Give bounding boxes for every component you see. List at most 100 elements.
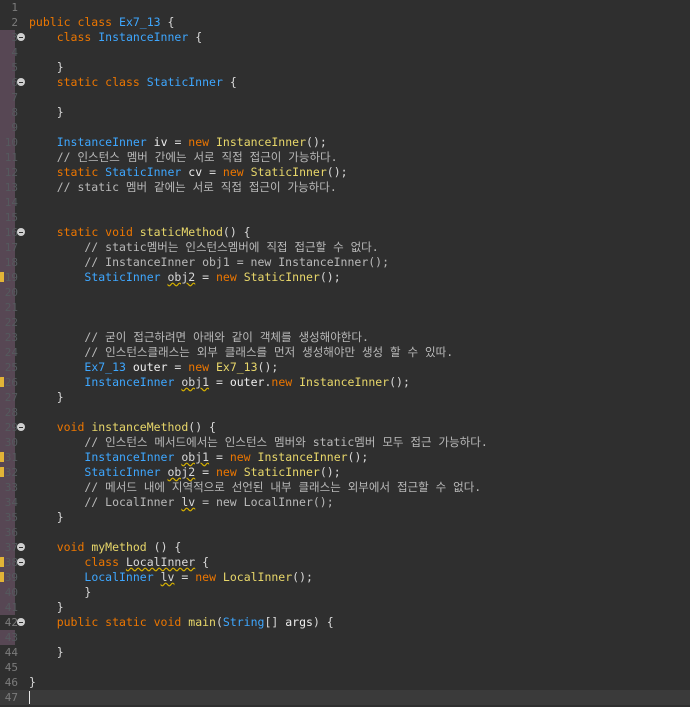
line-number: 27	[4, 391, 18, 404]
code-line[interactable]: 18 // InstanceInner obj1 = new InstanceI…	[0, 255, 690, 270]
code-line[interactable]: 43	[0, 630, 690, 645]
code-line[interactable]: 27 }	[0, 390, 690, 405]
code-line[interactable]: 12 static StaticInner cv = new StaticInn…	[0, 165, 690, 180]
line-number: 11	[4, 151, 18, 164]
code-line[interactable]: 25 Ex7_13 outer = new Ex7_13();	[0, 360, 690, 375]
code-line[interactable]: 41 }	[0, 600, 690, 615]
code-text: void myMethod () {	[29, 540, 182, 555]
code-token: // 인스턴스 메서드에서는 인스턴스 멤버와 static멤버 모두 접근 가…	[29, 435, 488, 449]
code-token: }	[29, 60, 64, 74]
code-line[interactable]: 35 }	[0, 510, 690, 525]
line-number: 29	[4, 421, 18, 434]
code-token: instanceMethod	[91, 420, 189, 434]
code-token: ();	[292, 570, 313, 584]
code-line[interactable]: 39 LocalInner lv = new LocalInner();	[0, 570, 690, 585]
line-number: 32	[4, 466, 18, 479]
code-line[interactable]: 33 // 메서드 내에 지역적으로 선언된 내부 클래스는 외부에서 접근할 …	[0, 480, 690, 495]
code-line[interactable]: 5 }	[0, 60, 690, 75]
code-token: () {	[188, 420, 216, 434]
code-text: // InstanceInner obj1 = new InstanceInne…	[29, 255, 389, 270]
code-text: // 인스턴스 메서드에서는 인스턴스 멤버와 static멤버 모두 접근 가…	[29, 435, 488, 450]
line-number: 7	[11, 91, 18, 104]
code-line[interactable]: 28	[0, 405, 690, 420]
code-line[interactable]: 29 void instanceMethod() {	[0, 420, 690, 435]
code-line[interactable]: 17 // static멤버는 인스턴스멤버에 직접 접근할 수 없다.	[0, 240, 690, 255]
line-number: 38	[4, 556, 18, 569]
code-line[interactable]: 45	[0, 660, 690, 675]
fold-toggle-icon[interactable]	[17, 78, 25, 86]
code-line[interactable]: 40 }	[0, 585, 690, 600]
code-token: StaticInner	[105, 165, 182, 179]
code-line[interactable]: 21	[0, 300, 690, 315]
code-line[interactable]: 15	[0, 210, 690, 225]
code-line[interactable]: 4	[0, 45, 690, 60]
fold-toggle-icon[interactable]	[17, 228, 25, 236]
code-line[interactable]: 9	[0, 120, 690, 135]
code-line[interactable]: 14	[0, 195, 690, 210]
code-token: // 메서드 내에 지역적으로 선언된 내부 클래스는 외부에서 접근할 수 없…	[29, 480, 482, 494]
code-line[interactable]: 22	[0, 315, 690, 330]
code-token: =	[195, 270, 216, 284]
code-text: // 인스턴스클래스는 외부 클래스를 먼저 생성해야만 생성 할 수 있따.	[29, 345, 453, 360]
code-token: Ex7_13	[215, 360, 258, 374]
code-line[interactable]: 34 // LocalInner lv = new LocalInner();	[0, 495, 690, 510]
code-line[interactable]: 20	[0, 285, 690, 300]
code-token: // 인스턴스 멤버 간에는 서로 직접 접근이 가능하다.	[29, 150, 338, 164]
code-line[interactable]: 42 public static void main(String[] args…	[0, 615, 690, 630]
code-line[interactable]: 26 InstanceInner obj1 = outer.new Instan…	[0, 375, 690, 390]
code-line[interactable]: 47	[0, 690, 690, 705]
code-line[interactable]: 32 StaticInner obj2 = new StaticInner();	[0, 465, 690, 480]
fold-toggle-icon[interactable]	[17, 558, 25, 566]
line-number: 28	[4, 406, 18, 419]
fold-toggle-icon[interactable]	[17, 543, 25, 551]
code-line[interactable]: 23 // 굳이 접근하려면 아래와 같이 객체를 생성해야한다.	[0, 330, 690, 345]
line-number: 22	[4, 316, 18, 329]
code-line[interactable]: 31 InstanceInner obj1 = new InstanceInne…	[0, 450, 690, 465]
code-line[interactable]: 44 }	[0, 645, 690, 660]
fold-toggle-icon[interactable]	[17, 618, 25, 626]
line-number: 36	[4, 526, 18, 539]
code-token: =	[167, 360, 189, 374]
line-number: 41	[4, 601, 18, 614]
code-line[interactable]: 46}	[0, 675, 690, 690]
code-line[interactable]: 36	[0, 525, 690, 540]
code-token: obj1	[181, 375, 210, 389]
code-token: static	[56, 165, 106, 179]
code-line[interactable]: 10 InstanceInner iv = new InstanceInner(…	[0, 135, 690, 150]
fold-toggle-icon[interactable]	[17, 423, 25, 431]
code-line[interactable]: 38 class LocalInner {	[0, 555, 690, 570]
code-line[interactable]: 37 void myMethod () {	[0, 540, 690, 555]
code-text: InstanceInner iv = new InstanceInner();	[29, 135, 327, 150]
code-line[interactable]: 3 class InstanceInner {	[0, 30, 690, 45]
code-text: }	[29, 585, 91, 600]
code-editor[interactable]: 1 2 public class Ex7_13 {3 class InstanceI…	[0, 0, 690, 707]
code-token: void	[56, 420, 92, 434]
fold-toggle-icon[interactable]	[17, 33, 25, 41]
code-line[interactable]: 2 public class Ex7_13 {	[0, 15, 690, 30]
code-line[interactable]: 1	[0, 0, 690, 15]
code-text: }	[29, 600, 64, 615]
code-line[interactable]: 7	[0, 90, 690, 105]
code-token: ();	[319, 270, 341, 284]
code-line[interactable]: 6 static class StaticInner {	[0, 75, 690, 90]
line-number: 18	[4, 256, 18, 269]
code-token: StaticInner	[250, 165, 327, 179]
line-number: 46	[4, 676, 18, 689]
code-line[interactable]: 8 }	[0, 105, 690, 120]
code-line[interactable]: 13 // static 멤버 같에는 서로 직접 접근이 가능하다.	[0, 180, 690, 195]
line-number: 10	[4, 136, 18, 149]
code-text: // 메서드 내에 지역적으로 선언된 내부 클래스는 외부에서 접근할 수 없…	[29, 480, 481, 495]
code-text: }	[29, 510, 64, 525]
code-line[interactable]: 19 StaticInner obj2 = new StaticInner();	[0, 270, 690, 285]
code-line[interactable]: 30 // 인스턴스 메서드에서는 인스턴스 멤버와 static멤버 모두 접…	[0, 435, 690, 450]
code-line[interactable]: 11 // 인스턴스 멤버 간에는 서로 직접 접근이 가능하다.	[0, 150, 690, 165]
code-line[interactable]: 16 static void staticMethod() {	[0, 225, 690, 240]
code-line[interactable]: 24 // 인스턴스클래스는 외부 클래스를 먼저 생성해야만 생성 할 수 있…	[0, 345, 690, 360]
